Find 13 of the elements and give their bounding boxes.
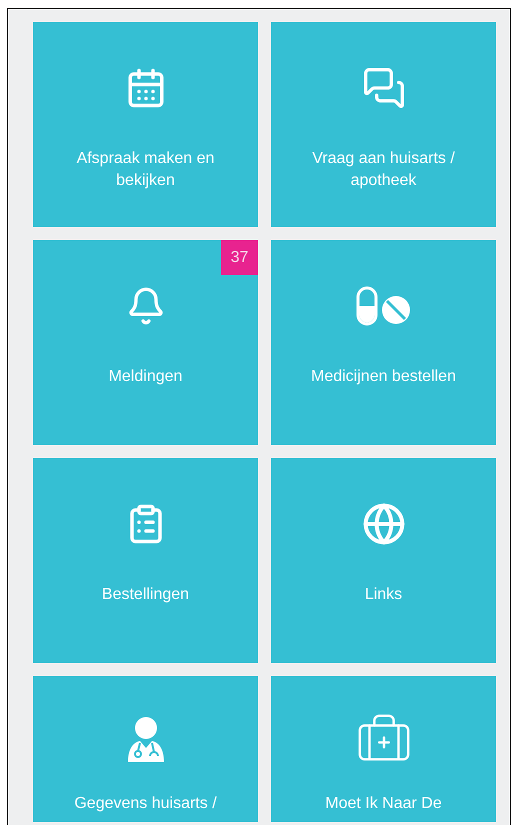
globe-icon: [362, 502, 406, 546]
count-badge: 37: [221, 240, 258, 275]
chat-bubbles-icon: [362, 66, 406, 110]
doctor-icon: [126, 716, 166, 764]
menu-tile[interactable]: Moet Ik Naar De: [271, 676, 496, 822]
menu-tile[interactable]: Medicijnen bestellen: [271, 240, 496, 445]
menu-tile[interactable]: Links: [271, 458, 496, 663]
menu-tile[interactable]: Afspraak maken en bekijken: [33, 22, 258, 227]
menu-tile[interactable]: Bestellingen: [33, 458, 258, 663]
menu-tile[interactable]: Gegevens huisarts /: [33, 676, 258, 822]
menu-tile[interactable]: Meldingen 37: [33, 240, 258, 445]
menu-tile[interactable]: Vraag aan huisarts / apotheek: [271, 22, 496, 227]
pills-icon: [356, 286, 412, 326]
